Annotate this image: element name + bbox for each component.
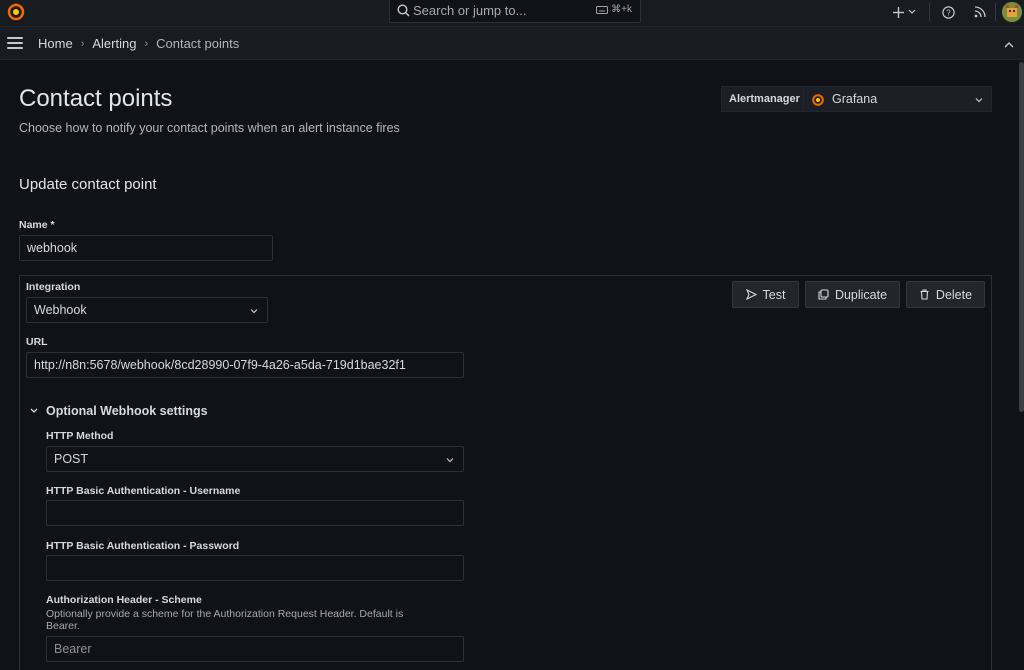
chevron-down-icon <box>975 98 983 103</box>
integration-value: Webhook <box>34 303 87 317</box>
search-placeholder: Search or jump to... <box>413 3 527 18</box>
chevron-right-icon: › <box>80 37 85 50</box>
svg-text:?: ? <box>946 8 951 17</box>
integration-label: Integration <box>26 281 81 293</box>
help-button[interactable]: ? <box>942 3 955 21</box>
optional-settings-label: Optional Webhook settings <box>46 404 208 418</box>
menu-icon[interactable] <box>7 37 23 49</box>
breadcrumb-alerting[interactable]: Alerting <box>92 36 136 51</box>
search-icon <box>397 4 410 17</box>
chevron-down-icon <box>446 458 454 463</box>
http-method-value: POST <box>54 452 89 466</box>
integration-select[interactable]: Webhook <box>26 297 268 323</box>
chevron-up-icon <box>1004 42 1014 48</box>
user-avatar[interactable] <box>1002 2 1022 22</box>
search-shortcut: ⌘+k <box>596 4 632 15</box>
breadcrumb-bar: Home › Alerting › Contact points <box>0 27 1024 60</box>
copy-icon <box>818 289 829 300</box>
delete-button-label: Delete <box>935 287 973 302</box>
duplicate-button-label: Duplicate <box>834 287 888 302</box>
test-button-label: Test <box>762 287 786 302</box>
basic-auth-username-label: HTTP Basic Authentication - Username <box>46 485 241 497</box>
chevron-down-icon <box>908 9 916 14</box>
alertmanager-value: Grafana <box>832 92 878 106</box>
breadcrumb-contact-points: Contact points <box>156 36 240 51</box>
chevron-down-icon <box>30 408 38 413</box>
send-icon <box>745 289 757 300</box>
name-label: Name * <box>19 219 55 231</box>
basic-auth-username-input[interactable] <box>46 500 464 526</box>
page-scrollbar[interactable] <box>1019 62 1024 412</box>
duplicate-button[interactable]: Duplicate <box>805 281 900 308</box>
auth-scheme-description: Optionally provide a scheme for the Auth… <box>46 608 404 632</box>
name-input[interactable]: webhook <box>19 235 273 261</box>
form-heading: Update contact point <box>19 176 157 193</box>
rss-icon <box>974 6 986 18</box>
toolbar-divider <box>929 3 930 21</box>
grafana-logo-icon[interactable] <box>6 2 26 22</box>
breadcrumb: Home › Alerting › Contact points <box>38 36 239 51</box>
page-title: Contact points <box>19 85 173 112</box>
plus-icon <box>893 6 904 18</box>
news-button[interactable] <box>974 3 986 21</box>
url-label: URL <box>26 336 48 348</box>
basic-auth-password-input[interactable] <box>46 555 464 581</box>
optional-settings-toggle[interactable]: Optional Webhook settings <box>30 404 208 418</box>
chevron-down-icon <box>250 309 258 314</box>
breadcrumb-home[interactable]: Home <box>38 36 73 51</box>
delete-button[interactable]: Delete <box>906 281 985 308</box>
grafana-logo-icon <box>812 94 824 106</box>
chevron-right-icon: › <box>144 37 149 50</box>
http-method-label: HTTP Method <box>46 430 114 442</box>
search-bar[interactable]: Search or jump to... ⌘+k <box>389 0 641 23</box>
keyboard-icon <box>596 5 609 14</box>
page-subtitle: Choose how to notify your contact points… <box>19 121 400 135</box>
url-input[interactable]: http://n8n:5678/webhook/8cd28990-07f9-4a… <box>26 352 464 378</box>
basic-auth-password-label: HTTP Basic Authentication - Password <box>46 540 240 552</box>
test-button[interactable]: Test <box>732 281 799 308</box>
top-bar: Search or jump to... ⌘+k ? <box>0 0 1024 27</box>
trash-icon <box>920 289 929 300</box>
auth-scheme-label: Authorization Header - Scheme <box>46 594 202 606</box>
http-method-select[interactable]: POST <box>46 446 464 472</box>
add-new-button[interactable] <box>893 3 916 21</box>
auth-scheme-input[interactable]: Bearer <box>46 636 464 662</box>
collapse-header-button[interactable] <box>1004 37 1014 51</box>
alertmanager-label: Alertmanager <box>721 86 808 112</box>
help-circle-icon: ? <box>942 5 955 19</box>
alertmanager-select[interactable]: Grafana <box>803 86 992 112</box>
toolbar-divider <box>995 3 996 21</box>
